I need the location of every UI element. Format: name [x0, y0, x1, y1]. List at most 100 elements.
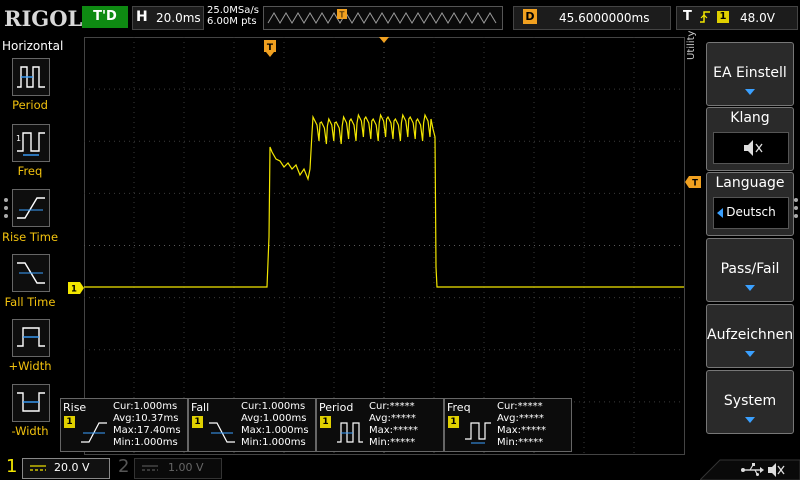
frequency-icon: 1: [16, 132, 45, 156]
stat-name: Period: [319, 401, 354, 414]
chevron-down-icon: [745, 417, 755, 423]
ea-settings-label: EA Einstell: [713, 65, 787, 81]
sound-label: Klang: [730, 110, 770, 126]
stat-min: Min:1.000ms: [113, 437, 178, 448]
stat-cur: Cur:1.000ms: [113, 401, 178, 412]
stat-cur: Cur:*****: [497, 401, 543, 412]
dc-coupling-icon: [30, 465, 46, 471]
stat-avg: Avg:*****: [369, 413, 416, 424]
measure-panel-title: Horizontal: [2, 39, 64, 53]
stat-source-badge: 1: [448, 416, 459, 428]
measure-period-button[interactable]: [12, 58, 50, 96]
trigger-position-marker[interactable]: T: [264, 40, 278, 58]
stat-avg: Avg:1.000ms: [241, 413, 307, 424]
stat-max: Max:*****: [497, 425, 547, 436]
measure-period-label: Period: [12, 98, 48, 112]
trigger-level: 48.0V: [740, 11, 775, 25]
trigger-position-marker-label: T: [267, 43, 274, 53]
ch2-scale: 1.00 V: [168, 461, 204, 474]
utility-menu-tab[interactable]: Utility: [686, 31, 697, 60]
stat-source-badge: 1: [192, 416, 203, 428]
stat-max: Max:17.40ms: [113, 425, 181, 436]
sample-rate: 25.0MSa/s: [207, 5, 259, 16]
record-label: Aufzeichnen: [707, 327, 794, 343]
center-delay-marker: [379, 37, 389, 43]
stat-max: Max:1.000ms: [241, 425, 309, 436]
stat-min: Min:1.000ms: [241, 437, 306, 448]
record-button[interactable]: Aufzeichnen: [706, 304, 794, 368]
stat-box-rise[interactable]: Rise 1 Cur:1.000ms Avg:10.37ms Max:17.40…: [60, 398, 188, 452]
language-value: Deutsch: [726, 205, 776, 219]
pass-fail-button[interactable]: Pass/Fail: [706, 238, 794, 302]
trigger-box[interactable]: [676, 6, 798, 30]
measure-positive-width-label: +Width: [8, 359, 52, 373]
timebase-label: H: [136, 9, 148, 25]
ch1-offset-marker-label: 1: [71, 285, 77, 295]
measure-positive-width-button[interactable]: [12, 319, 50, 357]
stat-source-badge: 1: [64, 416, 75, 428]
stat-box-freq[interactable]: Freq 1 Cur:***** Avg:***** Max:***** Min…: [444, 398, 572, 452]
stat-min: Min:*****: [497, 437, 544, 448]
memory-overview-waveform: T: [267, 9, 497, 24]
fall-time-icon: [209, 422, 235, 443]
pass-fail-label: Pass/Fail: [720, 261, 780, 277]
measure-freq-button[interactable]: 1: [12, 124, 50, 162]
measure-fall-time-button[interactable]: [12, 254, 50, 292]
stat-name: Freq: [447, 401, 471, 414]
frequency-icon: [465, 422, 491, 444]
delay-value: 45.6000000ms: [559, 11, 650, 25]
ch2-number[interactable]: 2: [118, 456, 129, 477]
memory-overview-strip: T: [263, 6, 503, 30]
memory-depth: 6.00M pts: [207, 16, 257, 27]
rigol-logo: RIGOL: [4, 6, 83, 31]
measure-negative-width-button[interactable]: [12, 384, 50, 422]
stat-max: Max:*****: [369, 425, 419, 436]
measure-rise-time-button[interactable]: [12, 189, 50, 227]
ch1-number[interactable]: 1: [6, 456, 17, 477]
acquisition-info: 25.0MSa/s 6.00M pts: [207, 5, 259, 27]
trigger-level-marker-label: T: [692, 179, 698, 189]
measure-freq-label: Freq: [17, 164, 43, 178]
waveform-display[interactable]: [84, 37, 685, 455]
panel-scroll-dots-icon: [4, 198, 8, 218]
rise-time-icon: [81, 422, 107, 443]
negative-width-icon: [17, 392, 45, 412]
trigger-label: T: [683, 9, 692, 24]
period-icon: [337, 422, 363, 443]
chevron-down-icon: [745, 351, 755, 357]
menu-scroll-dots-icon: [794, 198, 798, 218]
svg-text:1: 1: [16, 134, 21, 143]
system-button[interactable]: System: [706, 370, 794, 434]
measure-rise-time-label: Rise Time: [1, 230, 59, 244]
trigger-status-badge: T'D: [82, 6, 128, 28]
fall-time-icon: [17, 262, 45, 284]
language-label: Language: [715, 175, 785, 191]
stat-min: Min:*****: [369, 437, 416, 448]
language-button[interactable]: Language Deutsch: [706, 172, 794, 236]
stat-box-period[interactable]: Period 1 Cur:***** Avg:***** Max:***** M…: [316, 398, 444, 452]
measure-fall-time-label: Fall Time: [4, 295, 56, 309]
trigger-level-marker[interactable]: T: [685, 176, 701, 188]
ch1-offset-marker[interactable]: 1: [68, 282, 84, 294]
chevron-down-icon: [745, 285, 755, 291]
stat-source-badge: 1: [320, 416, 331, 428]
period-icon: [17, 66, 45, 88]
system-label: System: [723, 393, 777, 409]
trigger-source-badge: 1: [717, 11, 729, 23]
sound-button[interactable]: Klang: [706, 107, 794, 171]
timebase-value: 20.0ms: [156, 11, 201, 25]
stat-cur: Cur:1.000ms: [241, 401, 306, 412]
stat-cur: Cur:*****: [369, 401, 415, 412]
speaker-muted-icon: [744, 140, 763, 156]
ea-settings-button[interactable]: EA Einstell: [706, 42, 794, 106]
stat-box-fall[interactable]: Fall 1 Cur:1.000ms Avg:1.000ms Max:1.000…: [188, 398, 316, 452]
stat-avg: Avg:*****: [497, 413, 544, 424]
rise-time-icon: [17, 197, 45, 219]
dc-coupling-icon: [142, 465, 158, 471]
memory-trigger-marker-label: T: [339, 11, 345, 20]
stat-name: Fall: [191, 401, 210, 414]
stat-name: Rise: [63, 401, 87, 414]
measure-negative-width-label: -Width: [11, 424, 49, 438]
status-icons-area: [700, 459, 800, 480]
stat-avg: Avg:10.37ms: [113, 413, 179, 424]
